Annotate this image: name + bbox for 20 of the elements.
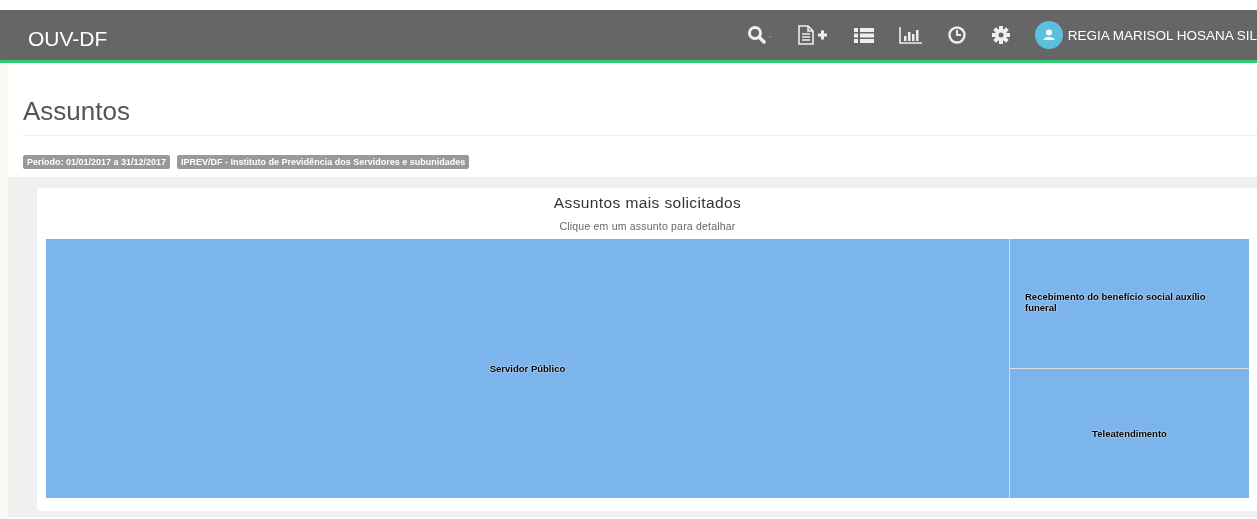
search-icon[interactable] <box>746 25 773 45</box>
filter-tag: IPREV/DF - Instituto de Previdência dos Servidores e subunidades <box>177 155 470 169</box>
bar-chart-icon[interactable] <box>898 26 923 44</box>
chart-title: Assuntos mais solicitados <box>552 194 743 212</box>
list-icon[interactable] <box>852 26 875 44</box>
avatar-icon[interactable] <box>1034 21 1063 49</box>
new-document-icon[interactable] <box>796 25 829 45</box>
page-title: Assuntos <box>23 63 1257 136</box>
filter-tag: Período: 01/01/2017 a 31/12/2017 <box>23 155 171 169</box>
user-name[interactable]: REGIA MARISOL HOSANA SIL <box>1067 27 1257 43</box>
clock-icon[interactable] <box>946 25 967 45</box>
tile-label: Servidor Público <box>489 363 566 374</box>
tile-label: Teleatendimento <box>1092 428 1167 439</box>
treemap-tile[interactable]: Servidor Público <box>46 239 1009 498</box>
tile-label: Recebimento do benefício social auxílio funeral <box>1025 291 1207 313</box>
brand-name: OUV-DF <box>28 27 108 51</box>
chart-subtitle: Clique em um assunto para detalhar <box>558 220 737 232</box>
treemap-tile[interactable]: Recebimento do benefício social auxílio funeral <box>1010 239 1249 368</box>
settings-icon[interactable] <box>990 25 1011 45</box>
treemap-tile[interactable]: Teleatendimento <box>1010 369 1249 498</box>
